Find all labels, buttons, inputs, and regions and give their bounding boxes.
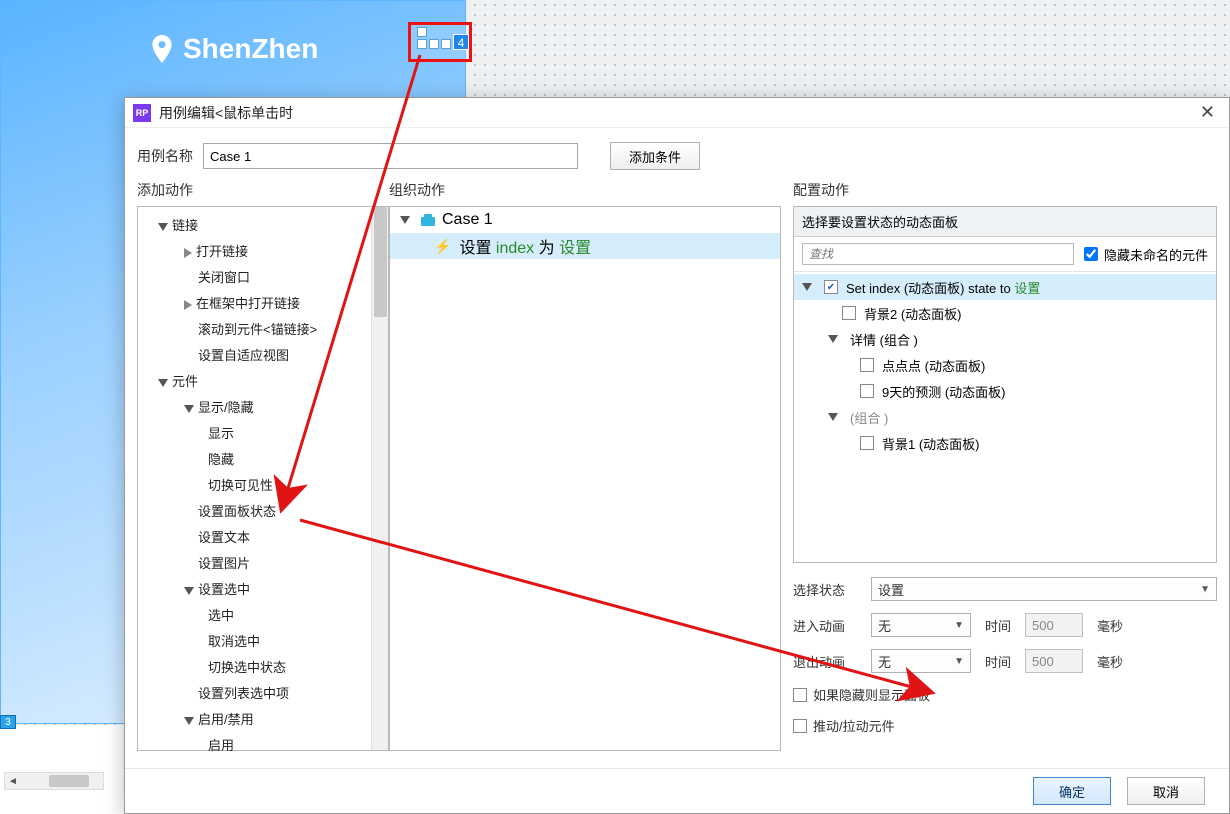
case-name-input[interactable] [203, 143, 578, 169]
panel-index-badge: 3 [0, 715, 16, 729]
case-node[interactable]: Case 1 [390, 207, 780, 233]
hide-unnamed-checkbox[interactable]: 隐藏未命名的元件 [1084, 245, 1208, 264]
lightning-icon: ⚡ [434, 238, 451, 255]
tree-group-detail[interactable]: 详情 (组合 ) [794, 326, 1216, 352]
exit-time-label: 时间 [985, 652, 1011, 671]
state-config-form: 选择状态 设置▼ 进入动画 无▼ 时间 毫秒 退出动画 [793, 577, 1217, 747]
exit-time-input[interactable] [1025, 649, 1083, 673]
location-city-label: ShenZhen [183, 33, 318, 65]
enter-time-input[interactable] [1025, 613, 1083, 637]
ok-button[interactable]: 确定 [1033, 777, 1111, 805]
selected-widget-highlight[interactable]: 4 [408, 22, 472, 62]
axure-logo-icon: RP [133, 104, 151, 122]
actions-tree-panel: 链接 打开链接 关闭窗口 在框架中打开链接 滚动到元件<锚链接> 设置自适应视图… [137, 206, 389, 751]
configure-panel: 选择要设置状态的动态面板 隐藏未命名的元件 Set index (动态面板) s… [793, 206, 1217, 563]
organize-actions-header: 组织动作 [389, 180, 781, 200]
configure-panel-title: 选择要设置状态的动态面板 [794, 207, 1216, 237]
case-name-row: 用例名称 添加条件 [125, 128, 1229, 180]
exit-ms-label: 毫秒 [1097, 652, 1123, 671]
tree-item[interactable]: 背景1 (动态面板) [794, 430, 1216, 456]
tree-item[interactable]: 背景2 (动态面板) [794, 300, 1216, 326]
exit-anim-dropdown[interactable]: 无▼ [871, 649, 971, 673]
action-node-set-panel-state[interactable]: ⚡ 设置 index 为 设置 [390, 233, 780, 259]
dialog-titlebar: RP 用例编辑<鼠标单击时 ✕ [125, 98, 1229, 128]
select-state-dropdown[interactable]: 设置▼ [871, 577, 1217, 601]
dialog-title: 用例编辑<鼠标单击时 [159, 103, 293, 123]
location-pin-icon [151, 35, 173, 63]
push-pull-checkbox[interactable]: 推动/拉动元件 [793, 716, 895, 735]
cancel-button[interactable]: 取消 [1127, 777, 1205, 805]
checkbox-icon[interactable] [824, 280, 838, 294]
case-icon [420, 213, 436, 227]
widget-tree[interactable]: Set index (动态面板) state to 设置 背景2 (动态面板) … [794, 272, 1216, 458]
select-state-label: 选择状态 [793, 580, 857, 599]
close-button[interactable]: ✕ [1194, 102, 1221, 123]
enter-anim-dropdown[interactable]: 无▼ [871, 613, 971, 637]
tree-item[interactable]: 9天的预测 (动态面板) [794, 378, 1216, 404]
show-if-hidden-checkbox[interactable]: 如果隐藏则显示面板 [793, 685, 930, 704]
add-condition-button[interactable]: 添加条件 [610, 142, 700, 170]
widget-search-input[interactable] [802, 243, 1074, 265]
tree-group-unnamed[interactable]: (组合 ) [794, 404, 1216, 430]
enter-time-label: 时间 [985, 616, 1011, 635]
case-name-label: 用例名称 [137, 146, 193, 166]
tree-item[interactable]: 点点点 (动态面板) [794, 352, 1216, 378]
selected-widget-icon [417, 27, 451, 49]
exit-anim-label: 退出动画 [793, 652, 857, 671]
actions-tree[interactable]: 链接 打开链接 关闭窗口 在框架中打开链接 滚动到元件<锚链接> 设置自适应视图… [138, 207, 388, 765]
chevron-down-icon: ▼ [954, 656, 964, 667]
enter-anim-label: 进入动画 [793, 616, 857, 635]
chevron-down-icon: ▼ [1200, 584, 1210, 595]
enter-ms-label: 毫秒 [1097, 616, 1123, 635]
case-editor-dialog: RP 用例编辑<鼠标单击时 ✕ 用例名称 添加条件 添加动作 链接 打开链接 关… [124, 97, 1230, 814]
dialog-footer: 确定 取消 [125, 768, 1229, 813]
tree-item-index-panel[interactable]: Set index (动态面板) state to 设置 [794, 274, 1216, 300]
interaction-count-badge: 4 [453, 34, 469, 50]
add-action-header: 添加动作 [137, 180, 389, 200]
actions-tree-scrollbar[interactable] [371, 207, 388, 750]
configure-action-header: 配置动作 [793, 180, 1217, 200]
location-group: ShenZhen [151, 33, 318, 65]
chevron-down-icon: ▼ [954, 620, 964, 631]
organize-actions-panel: Case 1 ⚡ 设置 index 为 设置 [389, 206, 781, 751]
